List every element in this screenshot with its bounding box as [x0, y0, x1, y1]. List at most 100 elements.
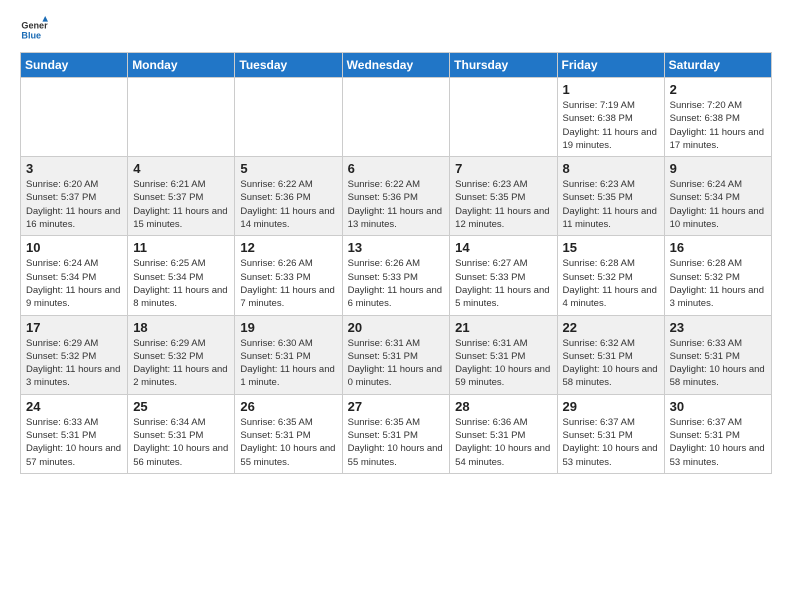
day-header-saturday: Saturday: [664, 53, 771, 78]
day-info: Sunrise: 6:33 AM Sunset: 5:31 PM Dayligh…: [26, 416, 122, 469]
svg-text:Blue: Blue: [21, 30, 41, 40]
day-number: 6: [348, 161, 445, 176]
calendar-cell: 7 Sunrise: 6:23 AM Sunset: 5:35 PM Daylig…: [450, 157, 557, 236]
calendar-week-row: 10 Sunrise: 6:24 AM Sunset: 5:34 PM Dayli…: [21, 236, 772, 315]
day-number: 25: [133, 399, 229, 414]
day-header-sunday: Sunday: [21, 53, 128, 78]
day-info: Sunrise: 6:30 AM Sunset: 5:31 PM Dayligh…: [240, 337, 336, 390]
calendar-cell: 17Sunrise: 6:29 AM Sunset: 5:32 PM Dayli…: [21, 315, 128, 394]
calendar-week-row: 17Sunrise: 6:29 AM Sunset: 5:32 PM Dayli…: [21, 315, 772, 394]
day-header-monday: Monday: [128, 53, 235, 78]
calendar-cell: 24Sunrise: 6:33 AM Sunset: 5:31 PM Dayli…: [21, 394, 128, 473]
day-info: Sunrise: 6:20 AM Sunset: 5:37 PM Dayligh…: [26, 178, 122, 231]
day-info: Sunrise: 6:23 AM Sunset: 5:35 PM Dayligh…: [455, 178, 551, 231]
calendar-cell: 21 Sunrise: 6:31 AM Sunset: 5:31 PM Dayli…: [450, 315, 557, 394]
day-number: 23: [670, 320, 766, 335]
calendar-cell: 26 Sunrise: 6:35 AM Sunset: 5:31 PM Dayli…: [235, 394, 342, 473]
day-number: 18: [133, 320, 229, 335]
day-info: Sunrise: 6:29 AM Sunset: 5:32 PM Dayligh…: [133, 337, 229, 390]
day-info: Sunrise: 6:27 AM Sunset: 5:33 PM Dayligh…: [455, 257, 551, 310]
day-number: 8: [563, 161, 659, 176]
day-header-friday: Friday: [557, 53, 664, 78]
calendar-cell: 11Sunrise: 6:25 AM Sunset: 5:34 PM Dayli…: [128, 236, 235, 315]
calendar-cell: [342, 78, 450, 157]
day-info: Sunrise: 6:28 AM Sunset: 5:32 PM Dayligh…: [563, 257, 659, 310]
day-number: 30: [670, 399, 766, 414]
day-info: Sunrise: 6:37 AM Sunset: 5:31 PM Dayligh…: [563, 416, 659, 469]
day-info: Sunrise: 6:35 AM Sunset: 5:31 PM Dayligh…: [240, 416, 336, 469]
calendar-cell: [21, 78, 128, 157]
calendar-cell: 5 Sunrise: 6:22 AM Sunset: 5:36 PM Daylig…: [235, 157, 342, 236]
day-number: 16: [670, 240, 766, 255]
day-number: 7: [455, 161, 551, 176]
calendar-cell: [128, 78, 235, 157]
calendar-cell: [235, 78, 342, 157]
day-number: 27: [348, 399, 445, 414]
day-info: Sunrise: 6:33 AM Sunset: 5:31 PM Dayligh…: [670, 337, 766, 390]
day-number: 9: [670, 161, 766, 176]
calendar-cell: 15 Sunrise: 6:28 AM Sunset: 5:32 PM Dayli…: [557, 236, 664, 315]
day-number: 1: [563, 82, 659, 97]
calendar-cell: 16 Sunrise: 6:28 AM Sunset: 5:32 PM Dayli…: [664, 236, 771, 315]
day-number: 26: [240, 399, 336, 414]
calendar-cell: 6 Sunrise: 6:22 AM Sunset: 5:36 PM Daylig…: [342, 157, 450, 236]
day-number: 10: [26, 240, 122, 255]
day-info: Sunrise: 6:29 AM Sunset: 5:32 PM Dayligh…: [26, 337, 122, 390]
day-info: Sunrise: 6:24 AM Sunset: 5:34 PM Dayligh…: [670, 178, 766, 231]
day-number: 14: [455, 240, 551, 255]
day-number: 22: [563, 320, 659, 335]
calendar-cell: 1 Sunrise: 7:19 AM Sunset: 6:38 PM Daylig…: [557, 78, 664, 157]
day-info: Sunrise: 6:23 AM Sunset: 5:35 PM Dayligh…: [563, 178, 659, 231]
calendar-header-row: SundayMondayTuesdayWednesdayThursdayFrid…: [21, 53, 772, 78]
day-info: Sunrise: 6:22 AM Sunset: 5:36 PM Dayligh…: [240, 178, 336, 231]
calendar-cell: 10 Sunrise: 6:24 AM Sunset: 5:34 PM Dayli…: [21, 236, 128, 315]
day-number: 13: [348, 240, 445, 255]
day-header-wednesday: Wednesday: [342, 53, 450, 78]
page-header: General Blue: [20, 16, 772, 44]
day-info: Sunrise: 6:31 AM Sunset: 5:31 PM Dayligh…: [455, 337, 551, 390]
day-number: 20: [348, 320, 445, 335]
day-number: 11: [133, 240, 229, 255]
day-info: Sunrise: 6:36 AM Sunset: 5:31 PM Dayligh…: [455, 416, 551, 469]
calendar-cell: 9 Sunrise: 6:24 AM Sunset: 5:34 PM Daylig…: [664, 157, 771, 236]
day-info: Sunrise: 6:34 AM Sunset: 5:31 PM Dayligh…: [133, 416, 229, 469]
calendar-week-row: 3 Sunrise: 6:20 AM Sunset: 5:37 PM Daylig…: [21, 157, 772, 236]
day-info: Sunrise: 7:19 AM Sunset: 6:38 PM Dayligh…: [563, 99, 659, 152]
calendar-cell: 14 Sunrise: 6:27 AM Sunset: 5:33 PM Dayli…: [450, 236, 557, 315]
day-info: Sunrise: 6:24 AM Sunset: 5:34 PM Dayligh…: [26, 257, 122, 310]
day-number: 2: [670, 82, 766, 97]
calendar-cell: 22 Sunrise: 6:32 AM Sunset: 5:31 PM Dayli…: [557, 315, 664, 394]
day-number: 5: [240, 161, 336, 176]
day-number: 3: [26, 161, 122, 176]
day-number: 4: [133, 161, 229, 176]
day-info: Sunrise: 6:37 AM Sunset: 5:31 PM Dayligh…: [670, 416, 766, 469]
calendar-cell: 29Sunrise: 6:37 AM Sunset: 5:31 PM Dayli…: [557, 394, 664, 473]
day-info: Sunrise: 6:26 AM Sunset: 5:33 PM Dayligh…: [348, 257, 445, 310]
day-number: 15: [563, 240, 659, 255]
calendar-cell: 4Sunrise: 6:21 AM Sunset: 5:37 PM Daylig…: [128, 157, 235, 236]
logo: General Blue: [20, 16, 52, 44]
day-number: 28: [455, 399, 551, 414]
day-number: 21: [455, 320, 551, 335]
calendar-cell: 2 Sunrise: 7:20 AM Sunset: 6:38 PM Daylig…: [664, 78, 771, 157]
calendar-cell: 25 Sunrise: 6:34 AM Sunset: 5:31 PM Dayli…: [128, 394, 235, 473]
day-info: Sunrise: 6:32 AM Sunset: 5:31 PM Dayligh…: [563, 337, 659, 390]
day-info: Sunrise: 6:22 AM Sunset: 5:36 PM Dayligh…: [348, 178, 445, 231]
calendar-cell: 12Sunrise: 6:26 AM Sunset: 5:33 PM Dayli…: [235, 236, 342, 315]
calendar-cell: 13 Sunrise: 6:26 AM Sunset: 5:33 PM Dayli…: [342, 236, 450, 315]
calendar-cell: 28 Sunrise: 6:36 AM Sunset: 5:31 PM Dayli…: [450, 394, 557, 473]
day-info: Sunrise: 7:20 AM Sunset: 6:38 PM Dayligh…: [670, 99, 766, 152]
day-header-tuesday: Tuesday: [235, 53, 342, 78]
day-info: Sunrise: 6:31 AM Sunset: 5:31 PM Dayligh…: [348, 337, 445, 390]
calendar-cell: 27Sunrise: 6:35 AM Sunset: 5:31 PM Dayli…: [342, 394, 450, 473]
calendar-week-row: 1 Sunrise: 7:19 AM Sunset: 6:38 PM Daylig…: [21, 78, 772, 157]
calendar-table: SundayMondayTuesdayWednesdayThursdayFrid…: [20, 52, 772, 474]
calendar-cell: 3 Sunrise: 6:20 AM Sunset: 5:37 PM Daylig…: [21, 157, 128, 236]
calendar-cell: 19 Sunrise: 6:30 AM Sunset: 5:31 PM Dayli…: [235, 315, 342, 394]
day-info: Sunrise: 6:28 AM Sunset: 5:32 PM Dayligh…: [670, 257, 766, 310]
calendar-cell: 8 Sunrise: 6:23 AM Sunset: 5:35 PM Daylig…: [557, 157, 664, 236]
calendar-cell: 20 Sunrise: 6:31 AM Sunset: 5:31 PM Dayli…: [342, 315, 450, 394]
calendar-cell: [450, 78, 557, 157]
calendar-cell: 23 Sunrise: 6:33 AM Sunset: 5:31 PM Dayli…: [664, 315, 771, 394]
day-number: 19: [240, 320, 336, 335]
